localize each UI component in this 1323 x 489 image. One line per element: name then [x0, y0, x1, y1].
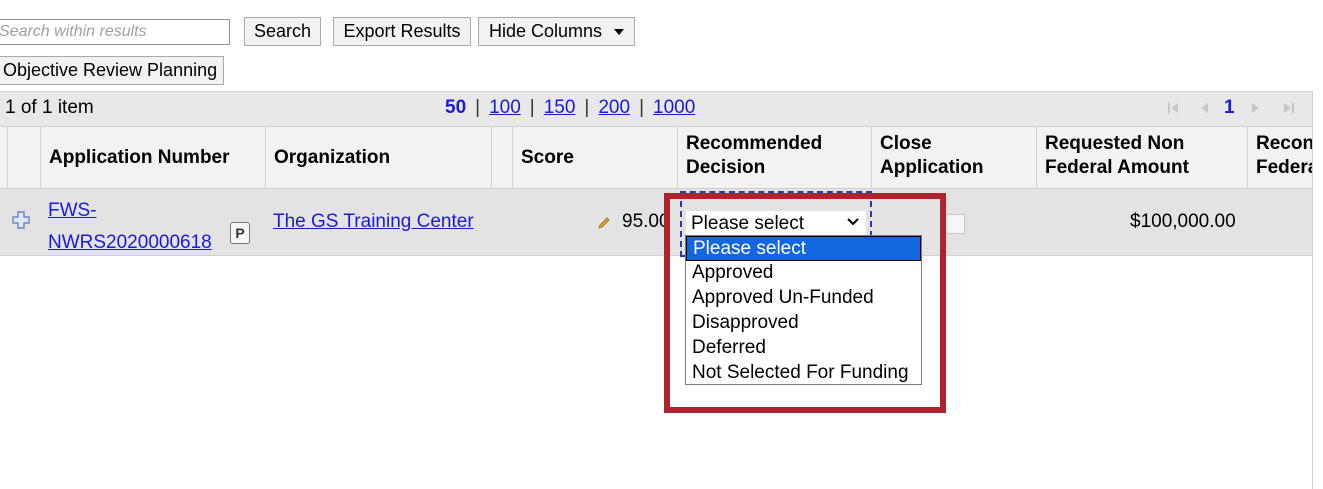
red-highlight-annotation — [664, 193, 946, 413]
item-count: 1 of 1 item — [5, 97, 94, 118]
export-results-button[interactable]: Export Results — [333, 17, 471, 46]
header-recommended-decision[interactable]: Recommended Decision — [678, 127, 872, 188]
expand-plus-icon[interactable] — [11, 210, 31, 230]
search-input[interactable] — [0, 19, 230, 45]
header-requested-non-federal-amount[interactable]: Requested Non Federal Amount — [1037, 127, 1248, 188]
header-spacer — [0, 127, 8, 188]
hide-columns-label: Hide Columns — [489, 21, 603, 41]
page-size-1000[interactable]: 1000 — [653, 97, 695, 118]
page-size-150[interactable]: 150 — [544, 97, 576, 118]
close-application-checkbox[interactable] — [945, 214, 965, 234]
caret-down-icon — [614, 29, 625, 36]
header-organization[interactable]: Organization — [266, 127, 492, 188]
page-size-selector: 50 | 100 | 150 | 200 | 1000 — [445, 97, 696, 118]
header-close-application[interactable]: Close Application — [872, 127, 1037, 188]
header-truncated-column[interactable]: Recon Federa — [1248, 127, 1313, 188]
header-blank — [492, 127, 513, 188]
page-size-200[interactable]: 200 — [598, 97, 630, 118]
last-page-icon[interactable] — [1282, 102, 1296, 114]
p-badge-icon[interactable]: P — [230, 222, 250, 244]
score-value: 95.00 — [622, 211, 670, 232]
header-application-number[interactable]: Application Number — [41, 127, 266, 188]
header-score[interactable]: Score — [513, 127, 678, 188]
organization-link[interactable]: The GS Training Center — [273, 211, 474, 233]
previous-page-icon[interactable] — [1198, 102, 1210, 114]
next-page-icon[interactable] — [1250, 102, 1262, 114]
header-expand-column — [8, 127, 41, 188]
page-size-50[interactable]: 50 — [445, 97, 466, 118]
grid-right-border — [1312, 91, 1313, 489]
first-page-icon[interactable] — [1166, 102, 1180, 114]
requested-non-federal-amount: $100,000.00 — [1130, 211, 1236, 232]
application-number-link[interactable]: FWS- NWRS2020000618 — [48, 195, 228, 259]
hide-columns-button[interactable]: Hide Columns — [478, 17, 635, 46]
page-size-100[interactable]: 100 — [489, 97, 521, 118]
table-header: Application Number Organization Score Re… — [0, 127, 1313, 189]
current-page-number[interactable]: 1 — [1224, 97, 1235, 119]
objective-review-planning-button[interactable]: Objective Review Planning — [0, 56, 224, 85]
pencil-edit-icon[interactable] — [596, 215, 612, 231]
search-button[interactable]: Search — [244, 17, 321, 46]
